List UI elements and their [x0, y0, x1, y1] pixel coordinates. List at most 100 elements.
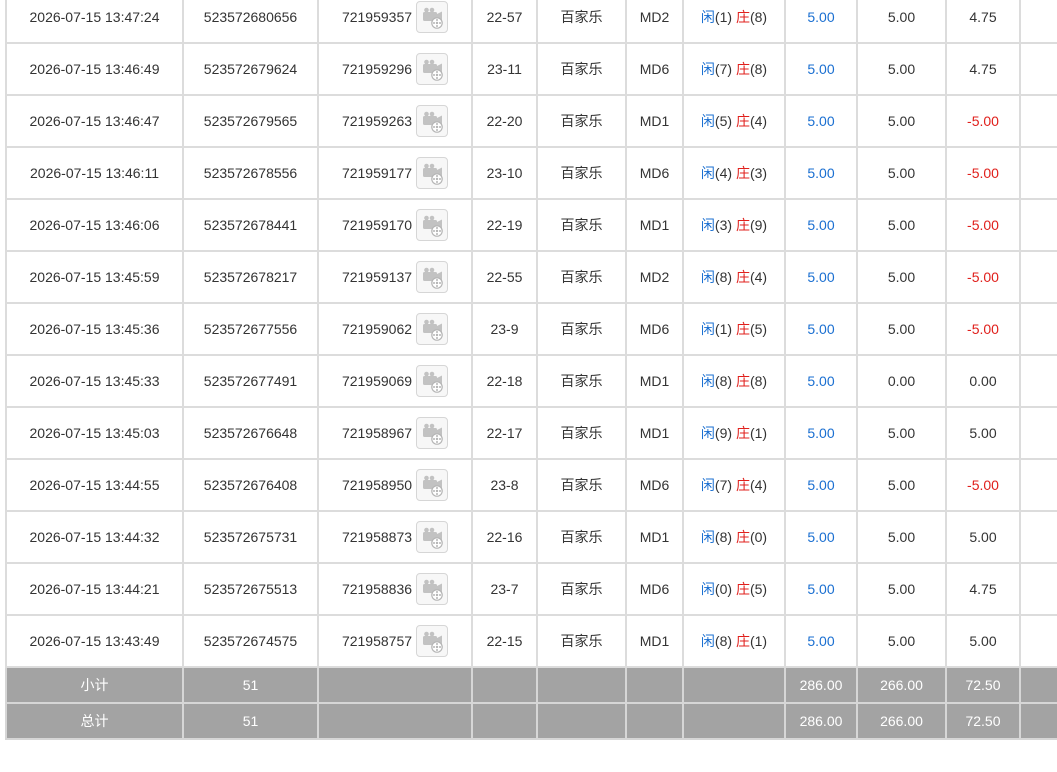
- banker-label: 庄: [735, 217, 750, 233]
- bet-time: 2026-07-15 13:46:11: [5, 146, 184, 200]
- player-score: (1): [714, 321, 733, 337]
- win-loss: -5.00: [945, 302, 1021, 356]
- table-row: 2026-07-15 13:46:47 523572679565 7219592…: [5, 94, 1057, 148]
- game-result: 闲(8) 庄(8): [682, 354, 786, 408]
- bet-number: 523572675731: [182, 510, 319, 564]
- bet-amount: 5.00: [784, 0, 858, 44]
- bet-amount: 5.00: [784, 510, 858, 564]
- player-score: (3): [714, 217, 733, 233]
- bet-amount: 5.00: [784, 302, 858, 356]
- round-number-cell: 721958950: [317, 458, 473, 512]
- banker-score: (8): [749, 9, 768, 25]
- valid-amount: 5.00: [856, 302, 947, 356]
- video-camera-icon[interactable]: [416, 261, 449, 293]
- table-row: 2026-07-15 13:43:49 523572674575 7219587…: [5, 614, 1057, 668]
- game-result: 闲(1) 庄(8): [682, 0, 786, 44]
- total-count: 51: [182, 702, 319, 740]
- round-number: 721959170: [341, 217, 413, 233]
- summary-body: 小计 51 286.00 266.00 72.50 总计 51 286.00 2…: [5, 666, 1057, 740]
- win-loss: 0.00: [945, 354, 1021, 408]
- player-label: 闲: [700, 113, 715, 129]
- bet-time: 2026-07-15 13:45:36: [5, 302, 184, 356]
- subtotal-row: 小计 51 286.00 266.00 72.50: [5, 666, 1057, 704]
- banker-score: (8): [749, 373, 768, 389]
- total-win-loss: 72.50: [945, 702, 1021, 740]
- valid-amount: 5.00: [856, 198, 947, 252]
- subtotal-valid-amount: 266.00: [856, 666, 947, 704]
- video-camera-icon[interactable]: [416, 313, 449, 345]
- valid-amount: 0.00: [856, 354, 947, 408]
- table-code: MD1: [625, 94, 684, 148]
- valid-amount: 5.00: [856, 42, 947, 96]
- bet-amount: 5.00: [784, 354, 858, 408]
- video-camera-icon[interactable]: [416, 53, 449, 85]
- banker-score: (1): [749, 425, 768, 441]
- player-score: (0): [714, 581, 733, 597]
- round-number: 721959263: [341, 113, 413, 129]
- game-result: 闲(3) 庄(9): [682, 198, 786, 252]
- total-row: 总计 51 286.00 266.00 72.50: [5, 702, 1057, 740]
- round-number: 721959296: [341, 61, 413, 77]
- extra-column: [1019, 614, 1057, 668]
- table-row: 2026-07-15 13:45:33 523572677491 7219590…: [5, 354, 1057, 408]
- table-code: MD1: [625, 406, 684, 460]
- video-camera-icon[interactable]: [416, 365, 449, 397]
- round-number: 721959062: [341, 321, 413, 337]
- round-number-cell: 721959357: [317, 0, 473, 44]
- video-camera-icon[interactable]: [416, 417, 449, 449]
- game-name: 百家乐: [536, 302, 627, 356]
- player-label: 闲: [700, 633, 715, 649]
- bet-time: 2026-07-15 13:43:49: [5, 614, 184, 668]
- game-name: 百家乐: [536, 510, 627, 564]
- round-number-cell: 721959177: [317, 146, 473, 200]
- win-loss: -5.00: [945, 250, 1021, 304]
- video-camera-icon[interactable]: [416, 209, 449, 241]
- banker-score: (8): [749, 61, 768, 77]
- player-score: (1): [714, 9, 733, 25]
- extra-column: [1019, 0, 1057, 44]
- table-code: MD6: [625, 562, 684, 616]
- table-body: 2026-07-15 13:47:24 523572680656 7219593…: [5, 0, 1057, 668]
- bet-number: 523572678441: [182, 198, 319, 252]
- bet-number: 523572678217: [182, 250, 319, 304]
- extra-column: [1019, 42, 1057, 96]
- extra-column: [1019, 458, 1057, 512]
- table-row: 2026-07-15 13:45:03 523572676648 7219589…: [5, 406, 1057, 460]
- round-number: 721959137: [341, 269, 413, 285]
- player-label: 闲: [700, 581, 715, 597]
- bet-time: 2026-07-15 13:45:03: [5, 406, 184, 460]
- table-id: 23-10: [471, 146, 538, 200]
- video-camera-icon[interactable]: [416, 1, 449, 33]
- player-score: (8): [714, 633, 733, 649]
- bet-amount: 5.00: [784, 562, 858, 616]
- win-loss: 4.75: [945, 562, 1021, 616]
- video-camera-icon[interactable]: [416, 521, 449, 553]
- player-score: (7): [714, 477, 733, 493]
- video-camera-icon[interactable]: [416, 573, 449, 605]
- video-camera-icon[interactable]: [416, 105, 449, 137]
- banker-label: 庄: [735, 113, 750, 129]
- valid-amount: 5.00: [856, 406, 947, 460]
- bet-time: 2026-07-15 13:46:47: [5, 94, 184, 148]
- bet-records-table: 2026-07-15 13:47:24 523572680656 7219593…: [5, 0, 1057, 740]
- bet-amount: 5.00: [784, 42, 858, 96]
- game-result: 闲(8) 庄(1): [682, 614, 786, 668]
- table-code: MD6: [625, 458, 684, 512]
- table-code: MD6: [625, 42, 684, 96]
- video-camera-icon[interactable]: [416, 469, 449, 501]
- table-row: 2026-07-15 13:44:21 523572675513 7219588…: [5, 562, 1057, 616]
- banker-label: 庄: [735, 373, 750, 389]
- video-camera-icon[interactable]: [416, 157, 449, 189]
- table-id: 23-7: [471, 562, 538, 616]
- valid-amount: 5.00: [856, 458, 947, 512]
- total-valid-amount: 266.00: [856, 702, 947, 740]
- subtotal-win-loss: 72.50: [945, 666, 1021, 704]
- round-number: 721958950: [341, 477, 413, 493]
- round-number-cell: 721959170: [317, 198, 473, 252]
- subtotal-bet-amount: 286.00: [784, 666, 858, 704]
- video-camera-icon[interactable]: [416, 625, 449, 657]
- game-result: 闲(5) 庄(4): [682, 94, 786, 148]
- round-number: 721958757: [341, 633, 413, 649]
- table-code: MD1: [625, 510, 684, 564]
- game-name: 百家乐: [536, 406, 627, 460]
